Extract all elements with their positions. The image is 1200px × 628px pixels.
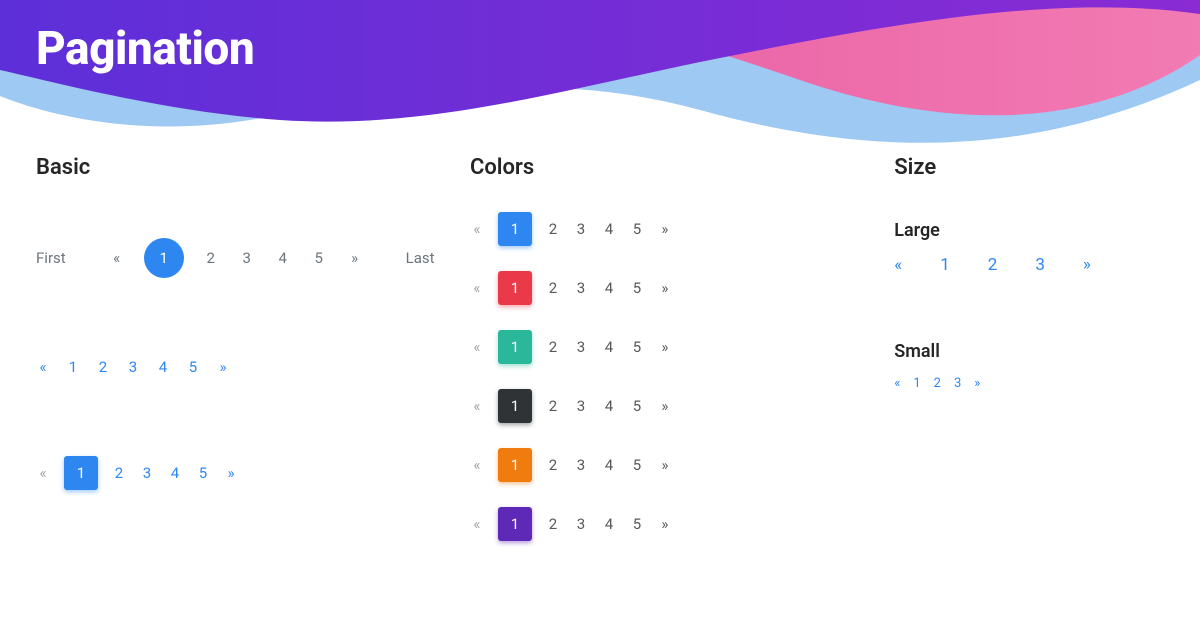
- section-size: Size Large « 1 2 3 » Small « 1 2 3 »: [894, 155, 1164, 566]
- page-1[interactable]: 1: [498, 212, 532, 246]
- prev-button[interactable]: «: [470, 220, 484, 238]
- last-button[interactable]: Last: [406, 249, 435, 267]
- pagination-red: « 12345 »: [470, 271, 884, 305]
- next-button[interactable]: »: [658, 279, 672, 297]
- basic-heading: Basic: [36, 155, 460, 180]
- page-3[interactable]: 3: [574, 456, 588, 474]
- page-4[interactable]: 4: [602, 338, 616, 356]
- colors-heading: Colors: [470, 155, 884, 180]
- page-4[interactable]: 4: [602, 515, 616, 533]
- page-2[interactable]: 2: [988, 255, 998, 275]
- page-1[interactable]: 1: [913, 376, 920, 391]
- page-5[interactable]: 5: [630, 220, 644, 238]
- page-1[interactable]: 1: [498, 389, 532, 423]
- content-area: Basic First « 1 2 3 4 5 » Last « 1 2 3 4…: [0, 155, 1200, 566]
- pagination-teal: « 12345 »: [470, 330, 884, 364]
- prev-button[interactable]: «: [894, 376, 900, 391]
- next-button[interactable]: »: [216, 358, 230, 376]
- page-2[interactable]: 2: [546, 456, 560, 474]
- prev-button[interactable]: «: [470, 338, 484, 356]
- page-5[interactable]: 5: [630, 338, 644, 356]
- size-large-block: Large « 1 2 3 »: [894, 220, 1164, 341]
- page-1[interactable]: 1: [144, 238, 184, 278]
- page-2[interactable]: 2: [546, 279, 560, 297]
- page-3[interactable]: 3: [574, 338, 588, 356]
- page-1[interactable]: 1: [940, 255, 950, 275]
- page-2[interactable]: 2: [934, 376, 941, 391]
- prev-button[interactable]: «: [470, 456, 484, 474]
- page-2[interactable]: 2: [546, 397, 560, 415]
- pagination-circle: First « 1 2 3 4 5 » Last: [36, 238, 460, 278]
- page-2[interactable]: 2: [546, 515, 560, 533]
- page-1[interactable]: 1: [64, 456, 98, 490]
- page-2[interactable]: 2: [112, 464, 126, 482]
- page-3[interactable]: 3: [574, 279, 588, 297]
- prev-button[interactable]: «: [470, 397, 484, 415]
- page-5[interactable]: 5: [310, 249, 328, 267]
- page-4[interactable]: 4: [602, 397, 616, 415]
- page-3[interactable]: 3: [574, 397, 588, 415]
- page-5[interactable]: 5: [630, 515, 644, 533]
- pagination-blue: « 12345 »: [470, 212, 884, 246]
- page-3[interactable]: 3: [238, 249, 256, 267]
- size-small-block: Small « 1 2 3 »: [894, 341, 1164, 391]
- page-5[interactable]: 5: [630, 279, 644, 297]
- page-1[interactable]: 1: [498, 271, 532, 305]
- size-large-label: Large: [894, 220, 1164, 241]
- next-button[interactable]: »: [658, 220, 672, 238]
- page-1[interactable]: 1: [498, 330, 532, 364]
- page-5[interactable]: 5: [630, 397, 644, 415]
- next-button[interactable]: »: [658, 397, 672, 415]
- size-heading: Size: [894, 155, 1164, 180]
- section-basic: Basic First « 1 2 3 4 5 » Last « 1 2 3 4…: [36, 155, 460, 566]
- section-colors: Colors «12345»«12345»«12345»«12345»«1234…: [470, 155, 884, 566]
- page-4[interactable]: 4: [274, 249, 292, 267]
- first-button[interactable]: First: [36, 249, 66, 267]
- next-button[interactable]: »: [974, 376, 980, 391]
- page-2[interactable]: 2: [546, 220, 560, 238]
- page-5[interactable]: 5: [186, 358, 200, 376]
- page-1[interactable]: 1: [498, 507, 532, 541]
- pagination-large: « 1 2 3 »: [894, 255, 1164, 275]
- page-4[interactable]: 4: [156, 358, 170, 376]
- page-title: Pagination: [36, 22, 254, 76]
- page-3[interactable]: 3: [140, 464, 154, 482]
- next-button[interactable]: »: [658, 515, 672, 533]
- page-5[interactable]: 5: [630, 456, 644, 474]
- prev-button[interactable]: «: [36, 358, 50, 376]
- page-2[interactable]: 2: [96, 358, 110, 376]
- prev-button[interactable]: «: [108, 249, 126, 267]
- page-4[interactable]: 4: [602, 220, 616, 238]
- prev-button[interactable]: «: [470, 279, 484, 297]
- page-5[interactable]: 5: [196, 464, 210, 482]
- page-4[interactable]: 4: [602, 279, 616, 297]
- prev-button[interactable]: «: [36, 464, 50, 482]
- page-3[interactable]: 3: [954, 376, 961, 391]
- page-3[interactable]: 3: [574, 515, 588, 533]
- pagination-small: « 1 2 3 »: [894, 376, 1164, 391]
- page-3[interactable]: 3: [126, 358, 140, 376]
- page-1[interactable]: 1: [498, 448, 532, 482]
- page-2[interactable]: 2: [202, 249, 220, 267]
- pagination-purple: « 12345 »: [470, 507, 884, 541]
- page-1[interactable]: 1: [66, 358, 80, 376]
- next-button[interactable]: »: [346, 249, 364, 267]
- page-4[interactable]: 4: [168, 464, 182, 482]
- page-3[interactable]: 3: [1035, 255, 1045, 275]
- page-4[interactable]: 4: [602, 456, 616, 474]
- pagination-dark: « 12345 »: [470, 389, 884, 423]
- next-button[interactable]: »: [1083, 255, 1091, 275]
- pagination-plain: « 1 2 3 4 5 »: [36, 358, 460, 376]
- next-button[interactable]: »: [224, 464, 238, 482]
- pagination-orange: « 12345 »: [470, 448, 884, 482]
- next-button[interactable]: »: [658, 456, 672, 474]
- page-3[interactable]: 3: [574, 220, 588, 238]
- prev-button[interactable]: «: [470, 515, 484, 533]
- page-2[interactable]: 2: [546, 338, 560, 356]
- prev-button[interactable]: «: [894, 255, 902, 275]
- size-small-label: Small: [894, 341, 1164, 362]
- pagination-square-basic: « 1 2 3 4 5 »: [36, 456, 460, 490]
- hero-banner: Pagination: [0, 0, 1200, 125]
- next-button[interactable]: »: [658, 338, 672, 356]
